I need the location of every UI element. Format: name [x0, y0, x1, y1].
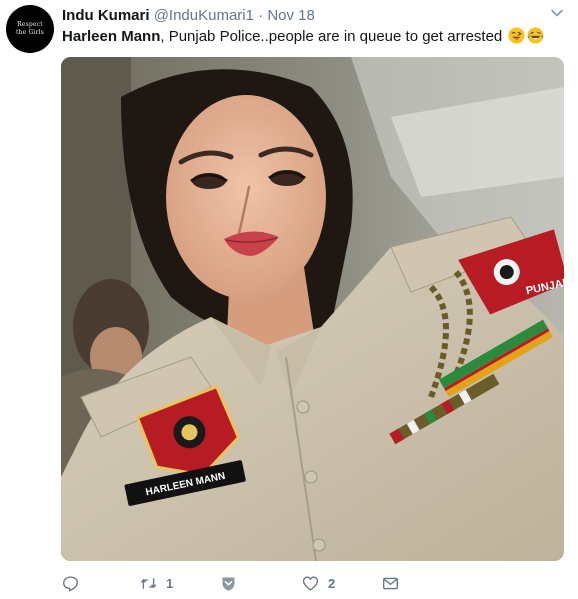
tweet-photo[interactable]: PUNJAB HARLEEN MANN: [61, 57, 564, 561]
avatar[interactable]: Respect the Girls: [6, 5, 54, 53]
tweet-body: , Punjab Police..people are in queue to …: [160, 28, 503, 45]
reply-button[interactable]: [62, 571, 88, 595]
display-name[interactable]: Indu Kumari: [62, 7, 150, 24]
user-handle[interactable]: @InduKumari1: [154, 7, 254, 24]
avatar-text-line1: Respect: [17, 21, 43, 28]
message-icon: [383, 577, 398, 589]
retweet-count: 1: [166, 575, 174, 591]
laughing-tears-emoji: [527, 27, 545, 44]
timestamp-link[interactable]: Nov 18: [267, 7, 315, 24]
separator-dot: ·: [258, 7, 264, 24]
tongue-wink-emoji: [508, 27, 526, 44]
avatar-text-line2: the Girls: [15, 29, 45, 36]
retweet-icon: [141, 577, 156, 589]
tweet-text: Harleen Mann, Punjab Police..people are …: [62, 27, 568, 47]
heart-icon: [302, 576, 319, 591]
photo-illustration: PUNJAB HARLEEN MANN: [61, 57, 564, 561]
shield-icon: [222, 577, 235, 591]
action-bar: 1 2: [62, 571, 568, 595]
caret-down-icon[interactable]: [550, 6, 564, 20]
tweet-header: Indu Kumari @InduKumari1 · Nov 18: [62, 6, 568, 26]
direct-message-button[interactable]: [382, 571, 399, 595]
like-count: 2: [328, 575, 336, 591]
reply-icon: [63, 575, 78, 591]
retweet-button[interactable]: 1: [140, 571, 173, 595]
shield-button[interactable]: [220, 571, 237, 595]
like-button[interactable]: 2: [302, 571, 335, 595]
mention-link[interactable]: Harleen Mann: [62, 28, 160, 45]
